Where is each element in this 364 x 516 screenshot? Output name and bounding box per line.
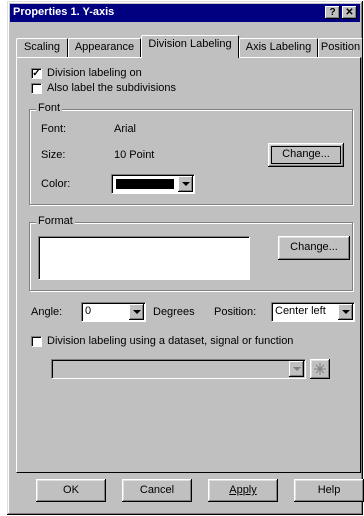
position-value: Center left bbox=[275, 305, 326, 317]
size-value: 10 Point bbox=[114, 149, 155, 161]
tab-division-labeling[interactable]: Division Labeling bbox=[141, 35, 239, 58]
help-footer-button[interactable]: Help bbox=[294, 479, 364, 502]
font-group: Font Font: Arial Size: 10 Point Color: C… bbox=[29, 102, 353, 205]
dataset-dropdown-arrow-icon[interactable] bbox=[289, 361, 304, 377]
angle-unit: Degrees bbox=[153, 306, 195, 318]
color-dropdown-arrow-icon[interactable] bbox=[178, 176, 193, 192]
tab-axis-labeling[interactable]: Axis Labeling bbox=[239, 38, 318, 57]
position-dropdown-arrow-icon[interactable] bbox=[338, 304, 353, 320]
help-footer-button-label: Help bbox=[317, 484, 341, 496]
ok-button-label: OK bbox=[63, 484, 79, 496]
format-group: Format Change... bbox=[29, 215, 353, 291]
color-label: Color: bbox=[41, 178, 71, 190]
font-group-legend: Font bbox=[36, 102, 63, 114]
label-subdivisions-checkbox[interactable] bbox=[31, 83, 42, 94]
font-label: Font: bbox=[41, 123, 67, 135]
dataset-labeling-checkbox[interactable] bbox=[31, 336, 42, 347]
dataset-select[interactable] bbox=[51, 359, 306, 379]
format-change-button-label: Change... bbox=[290, 241, 338, 253]
division-labeling-on-checkbox[interactable]: ✓ bbox=[31, 68, 42, 79]
dataset-labeling-label[interactable]: Division labeling using a dataset, signa… bbox=[47, 335, 293, 347]
angle-label: Angle: bbox=[31, 306, 63, 318]
apply-button-label: Apply bbox=[229, 484, 257, 496]
apply-button[interactable]: Apply bbox=[208, 479, 278, 502]
close-button[interactable]: ✕ bbox=[342, 6, 357, 19]
color-swatch bbox=[116, 179, 174, 189]
ok-button[interactable]: OK bbox=[36, 479, 106, 502]
format-group-legend: Format bbox=[36, 215, 75, 227]
tab-appearance[interactable]: Appearance bbox=[68, 38, 141, 57]
angle-value: 0 bbox=[85, 305, 92, 317]
color-picker[interactable] bbox=[111, 174, 195, 194]
font-value: Arial bbox=[114, 123, 137, 135]
font-change-button-label: Change... bbox=[282, 148, 330, 160]
position-label: Position: bbox=[214, 306, 257, 318]
dataset-browse-button[interactable] bbox=[310, 359, 330, 379]
division-labeling-panel: ✓ Division labeling on Also label the su… bbox=[16, 57, 361, 473]
label-subdivisions-label[interactable]: Also label the subdivisions bbox=[47, 82, 176, 94]
title-bar: Properties 1. Y-axis ? ✕ bbox=[10, 4, 360, 22]
properties-dialog: Properties 1. Y-axis ? ✕ Scaling Appeara… bbox=[7, 1, 364, 515]
division-labeling-on-label[interactable]: Division labeling on bbox=[47, 67, 142, 79]
format-text-field[interactable] bbox=[38, 236, 250, 280]
cancel-button[interactable]: Cancel bbox=[122, 479, 192, 502]
format-change-button[interactable]: Change... bbox=[278, 236, 350, 260]
size-label: Size: bbox=[41, 149, 66, 161]
font-change-button[interactable]: Change... bbox=[268, 143, 344, 167]
sparkle-icon bbox=[314, 363, 326, 375]
tab-position[interactable]: Position bbox=[318, 38, 363, 57]
cancel-button-label: Cancel bbox=[139, 484, 175, 496]
angle-select[interactable]: 0 bbox=[81, 302, 146, 322]
help-button[interactable]: ? bbox=[325, 6, 340, 19]
angle-dropdown-arrow-icon[interactable] bbox=[129, 304, 144, 320]
window-title: Properties 1. Y-axis bbox=[13, 6, 115, 18]
position-select[interactable]: Center left bbox=[271, 302, 355, 322]
tab-scaling[interactable]: Scaling bbox=[16, 38, 68, 57]
